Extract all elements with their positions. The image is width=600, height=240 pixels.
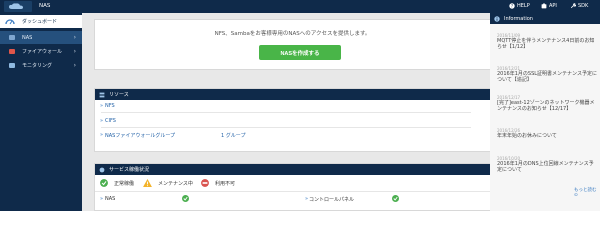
wrench-icon	[570, 3, 576, 9]
puzzle-icon	[541, 3, 547, 9]
bullet-icon: »	[100, 118, 104, 124]
cloud-logo-icon	[9, 3, 23, 9]
resource-link-firewall-group[interactable]: NASファイアウォールグループ	[105, 132, 175, 139]
information-header: Information	[490, 13, 600, 24]
storage-icon	[9, 35, 15, 40]
resource-link-cifs[interactable]: CIFS	[105, 118, 116, 124]
news-item[interactable]: 2016/12/17 [完了]east-12ゾーンのネットワーク機器メンテナンス…	[497, 95, 597, 112]
help-link[interactable]: ? HELP	[509, 3, 530, 9]
sdk-label: SDK	[578, 3, 589, 9]
bullet-icon: »	[305, 196, 309, 202]
chevron-right-icon: ›	[73, 48, 76, 55]
firewall-group-count[interactable]: 1 グループ	[221, 132, 245, 139]
help-label: HELP	[517, 3, 530, 9]
api-label: API	[549, 3, 557, 9]
help-icon: ?	[509, 3, 515, 9]
sidebar-item-firewall[interactable]: ファイアウォール ›	[0, 45, 82, 58]
service-status-title: サービス稼働状況	[109, 167, 150, 173]
divider	[101, 127, 471, 128]
bullet-icon: »	[100, 132, 104, 138]
status-icon	[99, 167, 105, 172]
legend-unavailable: 利用不可	[201, 179, 235, 187]
divider	[101, 112, 471, 113]
sidebar-item-dashboard[interactable]: ダッシュボード	[0, 15, 82, 28]
chevron-right-icon: ›	[73, 34, 76, 41]
information-title: Information	[504, 15, 533, 22]
main-content: NFS、Sambaをお客様専用のNASへのアクセスを提供します。 NASを作成す…	[82, 13, 492, 211]
read-more-link[interactable]: もっと読む ⊙	[574, 187, 600, 198]
news-item[interactable]: 2016/12/26 年末年始のお休みについて	[497, 128, 597, 139]
api-link[interactable]: API	[541, 3, 557, 9]
check-icon	[100, 179, 108, 187]
legend-label: 利用不可	[215, 180, 236, 187]
news-title: 年末年始のお休みについて	[497, 133, 557, 139]
sidebar-item-label: モニタリング	[22, 63, 53, 69]
stop-icon	[201, 179, 209, 187]
service-title: NAS	[39, 3, 51, 9]
arrow-circle-icon: ⊙	[574, 193, 578, 198]
legend-label: メンテナンス中	[158, 180, 193, 187]
legend-maintenance: メンテナンス中	[143, 179, 193, 187]
sidebar-item-nas[interactable]: NAS ›	[0, 31, 82, 44]
create-nas-banner: NFS、Sambaをお客様専用のNASへのアクセスを提供します。 NASを作成す…	[94, 19, 491, 70]
bullet-icon: »	[100, 103, 104, 109]
sidebar: ダッシュボード NAS › ファイアウォール › モニタリング ›	[0, 13, 82, 211]
resources-icon	[99, 92, 105, 97]
sdk-link[interactable]: SDK	[570, 3, 588, 9]
service-name-control-panel: コントロールパネル	[309, 197, 355, 203]
resources-title: リソース	[109, 92, 129, 98]
bullet-icon: »	[100, 196, 104, 202]
service-status-card: サービス稼働状況 正常稼働 メンテナンス中 利用不可 » NAS » コントロー…	[94, 163, 492, 211]
check-icon	[182, 195, 189, 202]
divider	[95, 191, 492, 192]
service-name-nas: NAS	[105, 196, 116, 202]
info-icon	[494, 15, 500, 22]
sidebar-item-monitoring[interactable]: モニタリング ›	[0, 59, 82, 72]
sidebar-item-label: ファイアウォール	[22, 49, 63, 55]
check-icon	[392, 195, 399, 202]
legend-label: 正常稼働	[114, 180, 135, 187]
sidebar-item-label: ダッシュボード	[22, 19, 58, 25]
resources-header: リソース	[95, 89, 490, 100]
banner-message: NFS、Sambaをお客様専用のNASへのアクセスを提供します。	[214, 31, 371, 37]
news-title: 2016年1月のSSL証明書メンテナンス予定について【追記】	[497, 71, 597, 83]
legend-ok: 正常稼働	[100, 179, 134, 187]
app-logo[interactable]	[4, 1, 32, 12]
information-pane: Information 2016/11/09 MQTT停止を伴うメンテナンス4日…	[490, 13, 600, 211]
service-status-header: サービス稼働状況	[95, 164, 490, 175]
news-item[interactable]: 2016/10/20 2016年1月のDNS上位回線メンテナンス予定について	[497, 156, 597, 173]
sidebar-item-label: NAS	[22, 34, 33, 41]
news-item[interactable]: 2016/12/21 2016年1月のSSL証明書メンテナンス予定について【追記…	[497, 66, 597, 83]
news-title: MQTT停止を伴うメンテナンス4日前のお知らせ【1/12】	[497, 38, 595, 50]
speedometer-icon	[5, 19, 15, 25]
svg-text:?: ?	[511, 4, 513, 9]
news-item[interactable]: 2016/11/09 MQTT停止を伴うメンテナンス4日前のお知らせ【1/12】	[497, 33, 597, 50]
resource-link-nfs[interactable]: NFS	[105, 103, 115, 109]
warning-icon	[143, 179, 152, 187]
top-bar: NAS ? HELP API SDK	[0, 0, 600, 13]
firewall-icon	[9, 49, 15, 54]
monitor-icon	[9, 63, 15, 68]
news-title: [完了]east-12ゾーンのネットワーク機器メンテナンスのお知らせ【12/17…	[497, 100, 595, 112]
chevron-right-icon: ›	[73, 62, 76, 69]
resources-card: リソース » NFS » CIFS » NASファイアウォールグループ 1 グル…	[94, 88, 491, 152]
create-nas-button[interactable]: NASを作成する	[259, 45, 341, 60]
news-title: 2016年1月のDNS上位回線メンテナンス予定について	[497, 161, 594, 173]
